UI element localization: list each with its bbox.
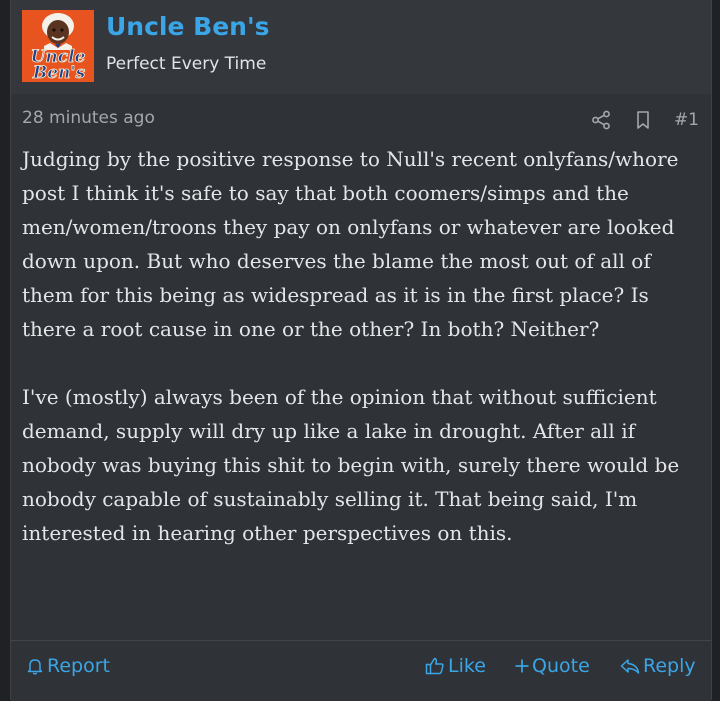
post-footer: Report Like Quote Reply <box>11 640 711 701</box>
post-paragraph: Judging by the positive response to Null… <box>22 147 679 341</box>
like-label: Like <box>448 655 486 677</box>
post-number-link[interactable]: #1 <box>674 110 699 130</box>
user-title: Perfect Every Time <box>106 54 267 74</box>
post-body: Judging by the positive response to Null… <box>22 142 708 550</box>
reply-arrow-icon <box>620 659 640 674</box>
share-icon[interactable] <box>590 109 612 131</box>
like-button[interactable]: Like <box>424 641 486 691</box>
avatar[interactable]: Uncle Ben's <box>22 10 94 82</box>
post-meta-actions: #1 <box>590 106 699 134</box>
post-paragraph: I've (mostly) always been of the opinion… <box>22 385 680 545</box>
post-timestamp[interactable]: 28 minutes ago <box>22 108 155 128</box>
plus-icon <box>515 659 529 673</box>
username-link[interactable]: Uncle Ben's <box>106 12 270 41</box>
reply-label: Reply <box>643 655 696 677</box>
uncle-bens-logo: Uncle Ben's <box>22 10 94 82</box>
logo-wordmark-line2: Ben's <box>32 63 86 82</box>
report-button[interactable]: Report <box>25 641 110 691</box>
post-header: Uncle Ben's Uncle Ben's Perfect Every Ti… <box>11 0 711 94</box>
quote-button[interactable]: Quote <box>514 641 590 691</box>
thumbs-up-icon <box>425 657 444 675</box>
bell-icon <box>27 659 43 675</box>
report-label: Report <box>47 655 110 677</box>
quote-label: Quote <box>532 655 590 677</box>
post-container: Uncle Ben's Uncle Ben's Perfect Every Ti… <box>10 0 712 701</box>
reply-button[interactable]: Reply <box>619 641 696 691</box>
bookmark-icon[interactable] <box>632 109 654 131</box>
